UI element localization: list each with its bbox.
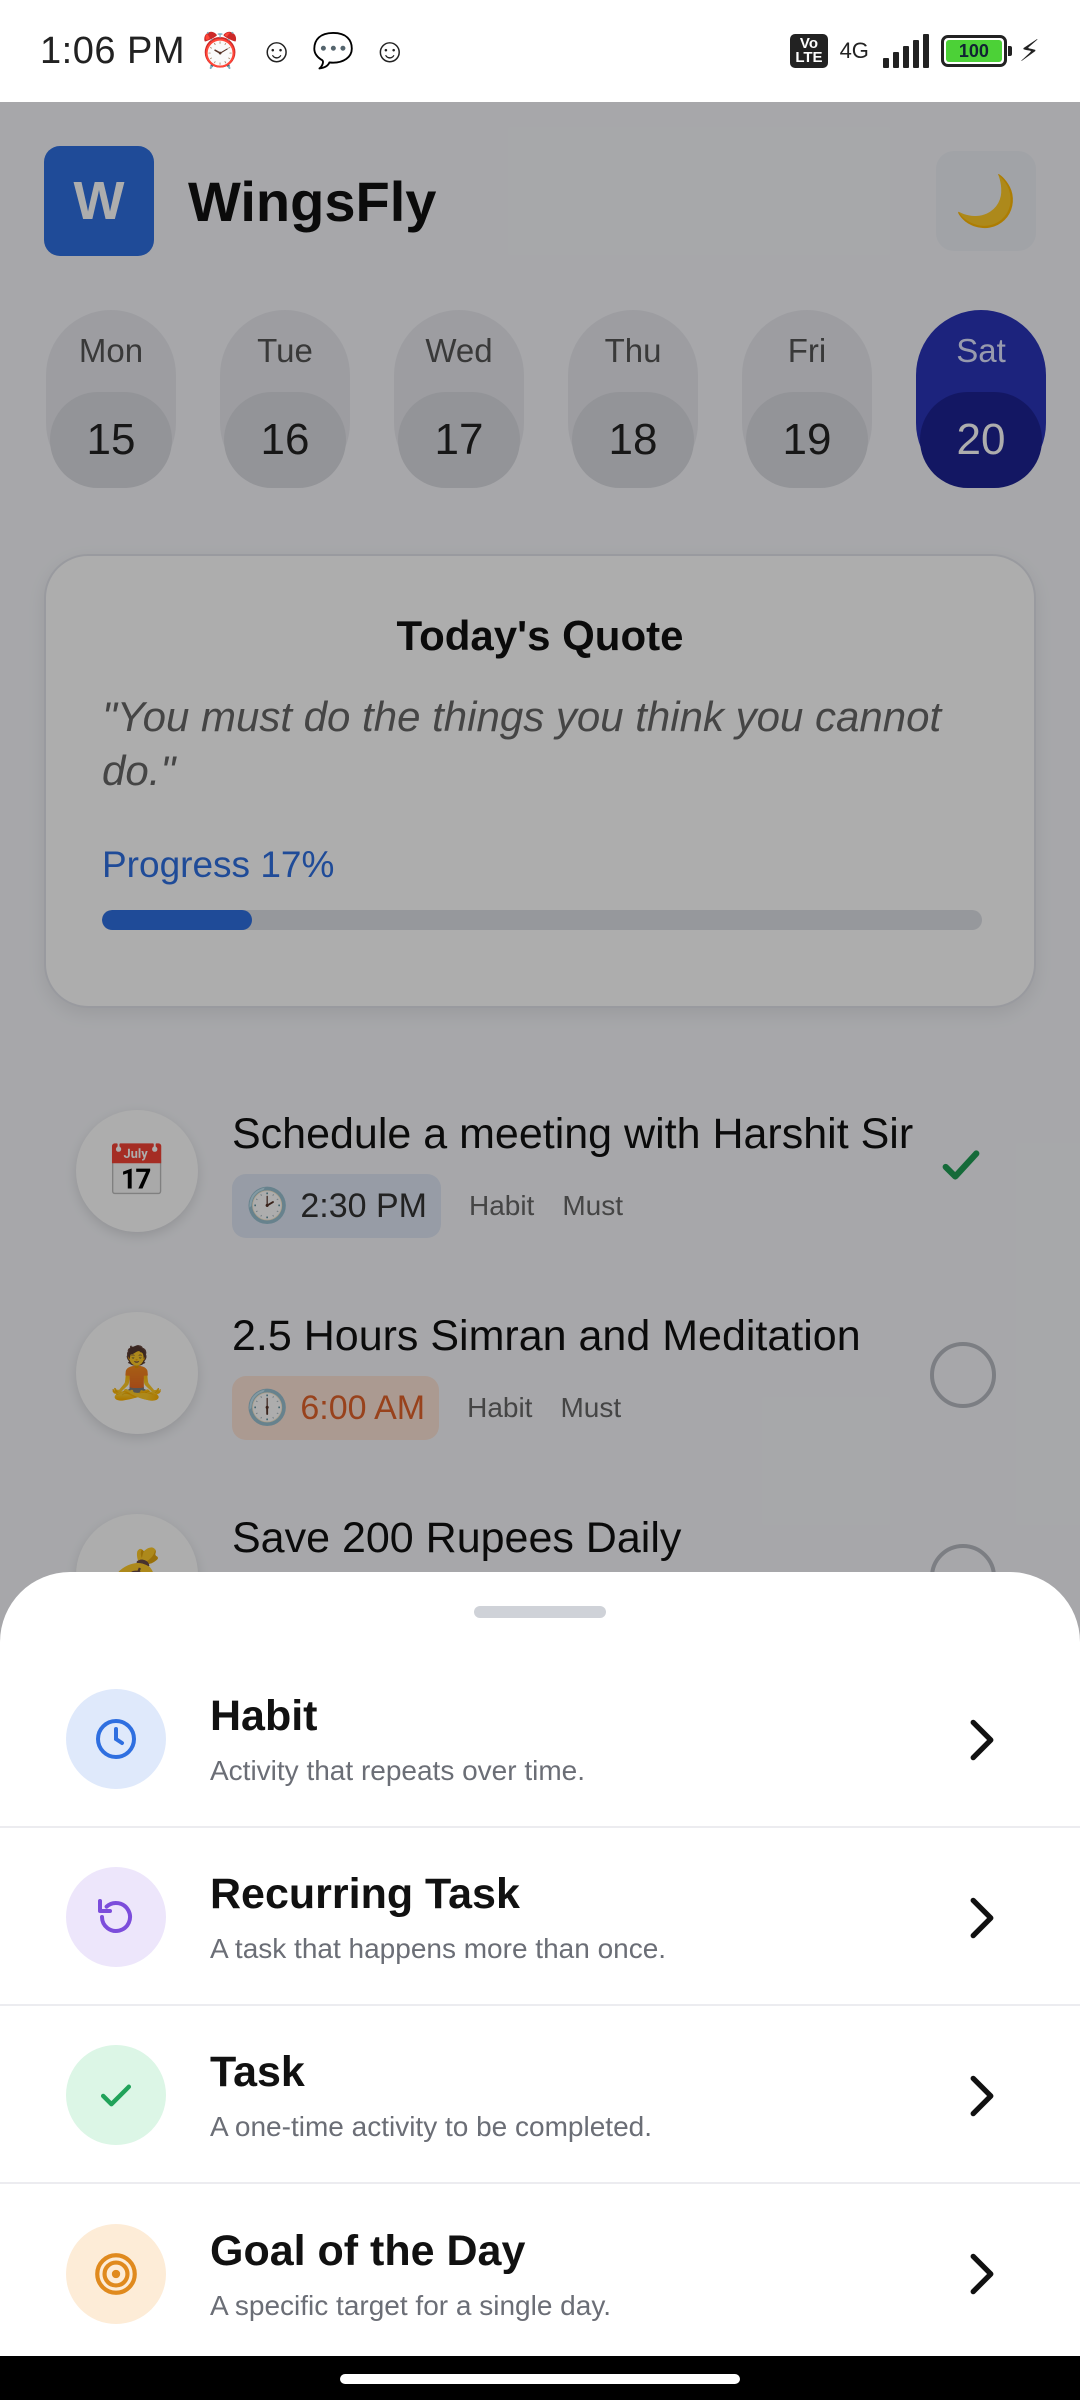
network-type: 4G xyxy=(839,38,869,63)
system-navigation-bar xyxy=(0,2356,1080,2400)
message-icon: 💬 xyxy=(312,32,355,70)
app-notification-icon-2: ☺ xyxy=(372,32,408,70)
option-title: Habit xyxy=(210,1691,318,1740)
option-subtitle: Activity that repeats over time. xyxy=(210,1754,586,1786)
option-title: Goal of the Day xyxy=(210,2226,526,2275)
battery-icon: 100 xyxy=(940,35,1012,67)
volte-icon: Vo LTE xyxy=(790,34,828,68)
status-system-icons: Vo LTE 4G 100 ⚡ xyxy=(790,34,1040,69)
status-notification-icons: ⏰ ☺ 💬 ☺ xyxy=(199,34,407,68)
alarm-icon: ⏰ xyxy=(199,32,242,70)
option-subtitle: A task that happens more than once. xyxy=(210,1932,667,1964)
charging-icon: ⚡ xyxy=(1018,34,1040,68)
home-indicator[interactable] xyxy=(340,2374,740,2384)
option-recurring-task[interactable]: Recurring Task A task that happens more … xyxy=(0,1830,1080,2006)
clock-icon xyxy=(66,1689,166,1789)
check-icon xyxy=(66,2045,166,2145)
option-subtitle: A specific target for a single day. xyxy=(210,2289,612,2321)
option-goal-of-the-day[interactable]: Goal of the Day A specific target for a … xyxy=(0,2186,1080,2362)
target-icon xyxy=(66,2224,166,2324)
app-notification-icon: ☺ xyxy=(259,32,295,70)
option-title: Recurring Task xyxy=(210,1869,520,1918)
chevron-right-icon xyxy=(962,2066,1002,2126)
option-subtitle: A one-time activity to be completed. xyxy=(210,2110,652,2142)
sheet-drag-handle[interactable] xyxy=(474,1606,606,1618)
signal-icon xyxy=(882,34,929,68)
repeat-icon xyxy=(66,1867,166,1967)
add-item-bottom-sheet: Habit Activity that repeats over time. R… xyxy=(0,1572,1080,2356)
option-task[interactable]: Task A one-time activity to be completed… xyxy=(0,2008,1080,2184)
option-title: Task xyxy=(210,2047,305,2096)
chevron-right-icon xyxy=(962,1710,1002,1770)
status-time: 1:06 PM xyxy=(40,29,186,72)
chevron-right-icon xyxy=(962,2244,1002,2304)
option-habit[interactable]: Habit Activity that repeats over time. xyxy=(0,1652,1080,1828)
status-bar: 1:06 PM ⏰ ☺ 💬 ☺ Vo LTE 4G 100 ⚡ xyxy=(0,0,1080,102)
battery-level: 100 xyxy=(945,40,1002,62)
chevron-right-icon xyxy=(962,1888,1002,1948)
